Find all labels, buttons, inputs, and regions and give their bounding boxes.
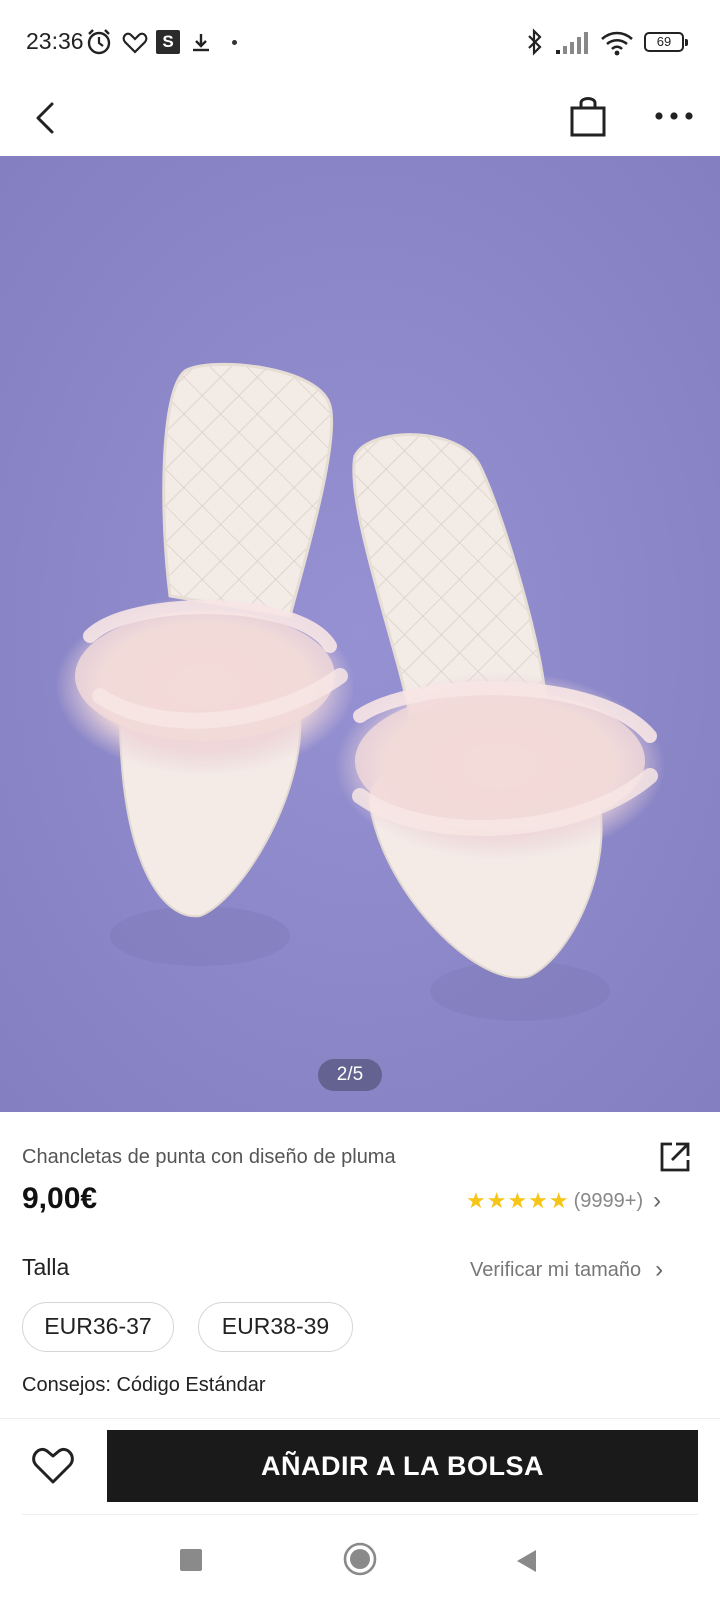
- download-icon: [193, 34, 209, 52]
- product-price: 9,00€: [22, 1182, 98, 1215]
- image-counter: 2/5: [318, 1059, 382, 1091]
- product-title: Chancletas de punta con diseño de pluma: [22, 1146, 396, 1168]
- divider: [22, 1514, 698, 1515]
- s-app-icon: S: [156, 30, 180, 54]
- heart-status-icon: [122, 32, 148, 54]
- product-image: [0, 156, 720, 1112]
- status-time: 23:36: [26, 28, 84, 54]
- system-nav-bar: [0, 1524, 720, 1600]
- size-label: Talla: [22, 1254, 70, 1280]
- back-arrow-icon[interactable]: [30, 98, 64, 138]
- more-icon[interactable]: [654, 108, 694, 124]
- add-to-bag-button[interactable]: AÑADIR A LA BOLSA: [107, 1430, 698, 1502]
- recent-apps-icon[interactable]: [180, 1549, 202, 1571]
- rating-count: (9999+): [573, 1189, 644, 1212]
- bluetooth-icon: [528, 28, 542, 56]
- home-icon[interactable]: [343, 1542, 377, 1576]
- chevron-right-icon: ›: [653, 1187, 662, 1214]
- notification-dot: [232, 40, 237, 45]
- battery-icon: 69: [644, 32, 688, 52]
- rating-stars-icon: ★★★★★: [466, 1188, 570, 1213]
- top-nav: [0, 86, 720, 156]
- size-option-eur36-37[interactable]: EUR36-37: [22, 1302, 174, 1352]
- system-back-icon[interactable]: [514, 1548, 538, 1574]
- shopping-bag-icon[interactable]: [568, 94, 608, 138]
- size-tips: Consejos: Código Estándar: [22, 1374, 266, 1396]
- status-bar: 23:36 S 69: [0, 0, 720, 86]
- rating-summary[interactable]: ★★★★★ (9999+) ›: [466, 1186, 661, 1216]
- share-icon[interactable]: [658, 1140, 692, 1174]
- wifi-icon: [601, 31, 633, 56]
- product-image-gallery[interactable]: [0, 156, 720, 1112]
- signal-icon: [556, 32, 588, 54]
- chevron-right-icon: ›: [655, 1256, 664, 1283]
- alarm-icon: [87, 29, 111, 55]
- wishlist-heart-icon[interactable]: [30, 1444, 76, 1486]
- verify-size-link[interactable]: Verificar mi tamaño ›: [470, 1256, 663, 1284]
- size-option-eur38-39[interactable]: EUR38-39: [198, 1302, 353, 1352]
- divider: [0, 1418, 720, 1419]
- verify-size-label: Verificar mi tamaño: [470, 1258, 642, 1281]
